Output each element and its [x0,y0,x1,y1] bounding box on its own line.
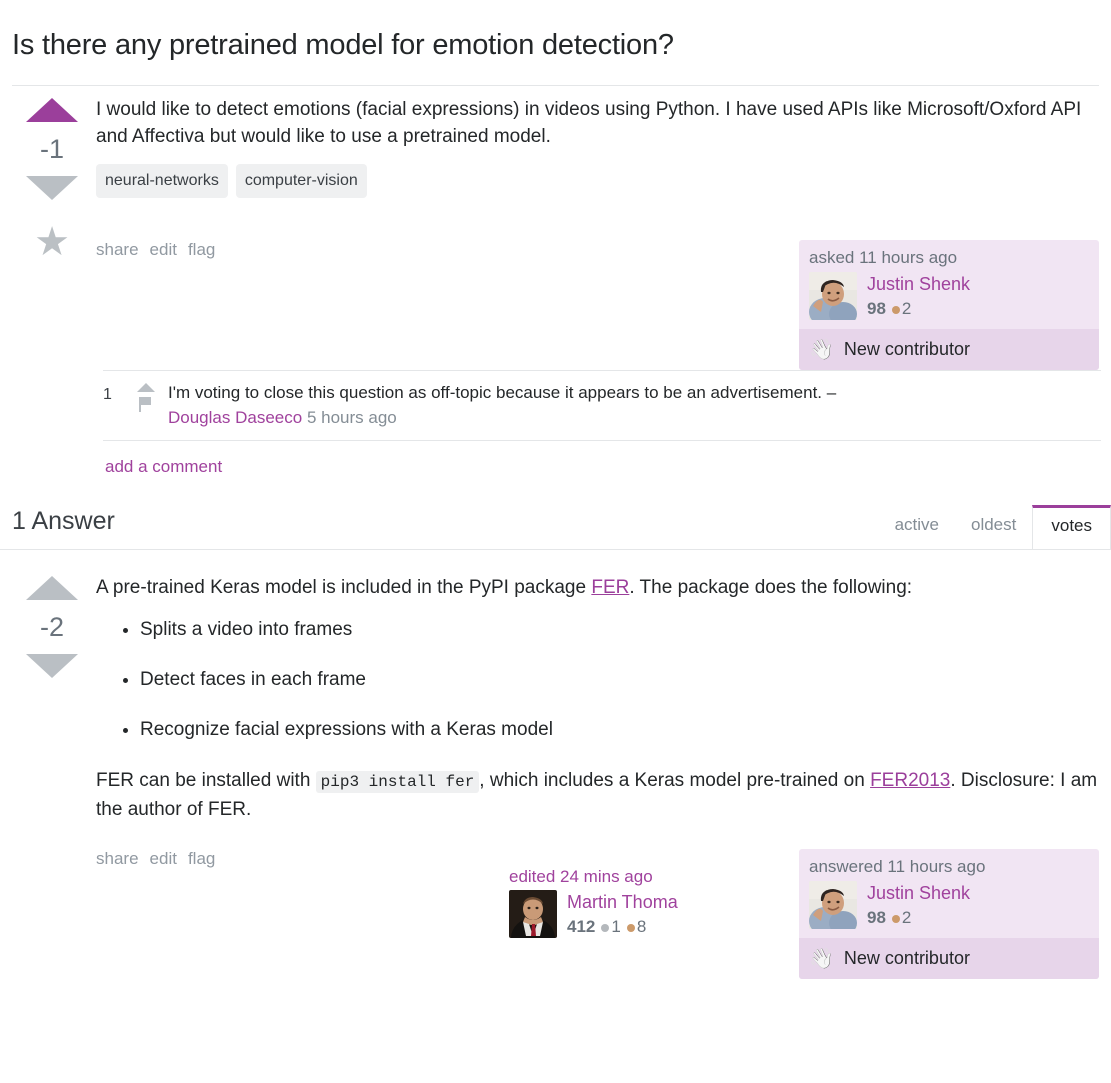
comment-icons [123,380,168,413]
answer-usercard: answered 11 hours ago Justin Shenk 98 2 … [799,849,1099,980]
answer-new-contributor-banner: 👋 New contributor [799,938,1099,980]
reputation-value: 98 [867,908,886,928]
tab-active[interactable]: active [879,505,955,549]
avatar-photo-justin [809,272,857,321]
question-post: -1 ★ I would like to detect emotions (fa… [0,86,1111,371]
comment-author[interactable]: Douglas Daseeco [168,408,302,427]
tab-votes[interactable]: votes [1032,505,1111,551]
comment-row: 1 I'm voting to close this question as o… [103,371,1101,440]
question-comments: 1 I'm voting to close this question as o… [103,370,1101,442]
answer-para2-after: , which includes a Keras model pre-train… [479,770,871,792]
answer-post-menu: share edit flag [96,849,215,869]
question-tags: neural-networks computer-vision [96,164,1099,199]
add-comment-link[interactable]: add a comment [103,441,1111,487]
answer-body: A pre-trained Keras model is included in… [96,574,1099,823]
waving-hand-icon: 👋 [809,947,834,970]
flag-button[interactable]: flag [188,240,215,260]
flag-button[interactable]: flag [188,849,215,869]
question-usercard: asked 11 hours ago Justin Shenk 98 2 👋 N… [799,240,1099,371]
list-item: Detect faces in each frame [140,667,1099,693]
answers-header: 1 Answer active oldest votes [0,487,1111,551]
question-body-cell: I would like to detect emotions (facial … [92,86,1111,371]
answer-vote-cell: -2 [12,564,92,979]
flag-icon[interactable] [139,397,152,413]
answer-body-cell: A pre-trained Keras model is included in… [92,564,1111,980]
bronze-badge-count: 2 [901,299,912,319]
edit-button[interactable]: edit [150,240,177,260]
install-command-code: pip3 install fer [315,771,480,794]
page-title: Is there any pretrained model for emotio… [12,29,674,62]
qa-page: Is there any pretrained model for emotio… [0,0,1111,1083]
answer-editor-card: edited 24 mins ago Martin Thoma 412 1 8 [509,849,799,947]
answer-intro-paragraph: A pre-trained Keras model is included in… [96,574,1099,601]
answer-editor-name[interactable]: Martin Thoma [567,891,678,913]
question-new-contributor-banner: 👋 New contributor [799,329,1099,371]
edit-button[interactable]: edit [150,849,177,869]
share-button[interactable]: share [96,240,139,260]
new-contributor-label: New contributor [843,339,970,360]
question-upvote-button[interactable] [26,98,78,123]
share-button[interactable]: share [96,849,139,869]
tag-neural-networks[interactable]: neural-networks [96,164,228,199]
bronze-badge-icon [891,914,900,923]
star-icon[interactable]: ★ [34,222,70,262]
avatar-photo-martin [509,890,557,939]
tag-computer-vision[interactable]: computer-vision [235,164,367,199]
answer-author-reputation: 98 2 [867,906,970,930]
answer-vote-count: -2 [39,612,64,643]
question-author-reputation: 98 2 [867,297,970,321]
answers-divider [0,549,1111,551]
avatar[interactable] [509,890,557,939]
question-author-name[interactable]: Justin Shenk [867,273,970,295]
comment-body: I'm voting to close this question as off… [168,380,1101,430]
comment-upvote-icon[interactable] [136,383,155,393]
question-paragraph: I would like to detect emotions (facial … [96,99,1082,148]
answer-post: -2 A pre-trained Keras model is included… [0,550,1111,980]
fer2013-link[interactable]: FER2013 [870,770,950,791]
tab-oldest[interactable]: oldest [955,505,1032,549]
comment-time: 5 hours ago [306,408,397,428]
fer-package-link[interactable]: FER [591,577,629,598]
silver-badge-icon [601,923,610,932]
bronze-badge-icon [626,923,635,932]
answer-intro-after: . The package does the following: [629,577,913,599]
answer-para2-before: FER can be installed with [96,770,316,792]
avatar[interactable] [809,881,857,930]
bronze-badge-count: 2 [901,908,912,928]
silver-badge-count: 1 [611,917,621,937]
question-vote-cell: -1 ★ [12,86,92,370]
answer-bullet-list: Splits a video into frames Detect faces … [96,617,1099,743]
answer-author-name[interactable]: Justin Shenk [867,882,970,904]
question-header: Is there any pretrained model for emotio… [0,0,1111,63]
question-vote-count: -1 [39,134,64,165]
list-item: Splits a video into frames [140,617,1099,643]
question-body: I would like to detect emotions (facial … [96,96,1099,150]
answer-downvote-button[interactable] [26,654,78,679]
answer-upvote-button[interactable] [26,576,78,601]
answer-sort-tabs: active oldest votes [879,505,1111,551]
answer-edited-time[interactable]: edited 24 mins ago [509,867,799,887]
new-contributor-label: New contributor [843,948,970,969]
avatar[interactable] [809,272,857,321]
question-post-menu: share edit flag [96,240,215,260]
answer-install-paragraph: FER can be installed with pip3 install f… [96,767,1099,823]
comment-score: 1 [103,386,112,404]
answer-editor-reputation: 412 1 8 [567,915,678,939]
bronze-badge-icon [891,305,900,314]
answers-count-heading: 1 Answer [12,507,115,536]
comment-text: I'm voting to close this question as off… [168,383,837,403]
answer-answered-time: answered 11 hours ago [809,857,986,877]
bronze-badge-count: 8 [636,917,647,937]
question-footer: share edit flag asked 11 hours ago Justi… [96,240,1099,371]
list-item: Recognize facial expressions with a Kera… [140,717,1099,743]
reputation-value: 98 [867,299,886,319]
reputation-value: 412 [567,917,596,937]
answer-footer: share edit flag edited 24 mins ago Marti… [96,849,1099,980]
waving-hand-icon: 👋 [809,338,834,361]
avatar-photo-justin [809,881,857,930]
question-asked-time: asked 11 hours ago [809,248,958,268]
answer-intro-before: A pre-trained Keras model is included in… [96,577,592,599]
question-downvote-button[interactable] [26,176,78,201]
